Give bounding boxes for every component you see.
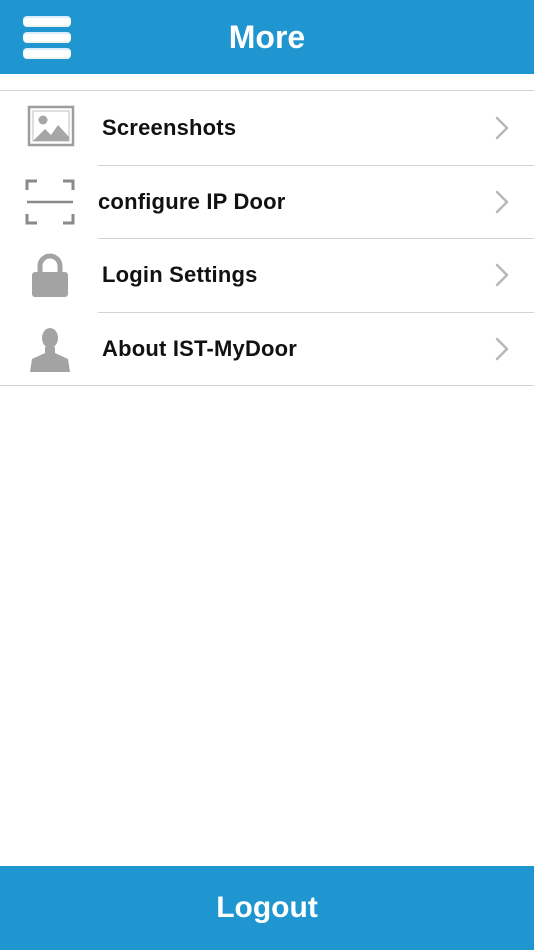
menu-item-login-settings[interactable]: Login Settings: [0, 238, 534, 312]
header-bar: More: [0, 0, 534, 74]
menu-item-configure-ip-door[interactable]: configure IP Door: [0, 164, 534, 239]
chevron-right-icon: [495, 116, 509, 140]
menu-item-about[interactable]: About IST-MyDoor: [0, 311, 534, 386]
image-icon: [27, 105, 75, 147]
logout-button[interactable]: Logout: [0, 866, 534, 950]
scan-frame-icon: [25, 179, 75, 224]
app-screen: More Screenshots configure IP Door Login…: [0, 0, 534, 950]
menu-item-label: About IST-MyDoor: [102, 335, 298, 361]
page-title: More: [228, 19, 306, 55]
chevron-right-icon: [495, 263, 509, 287]
menu-item-label: Screenshots: [102, 115, 237, 140]
more-menu-list: Screenshots configure IP Door Login Sett…: [0, 90, 534, 386]
menu-item-label: configure IP Door: [98, 188, 286, 214]
chevron-right-icon: [495, 190, 509, 213]
menu-item-screenshots[interactable]: Screenshots: [0, 91, 534, 165]
logout-label: Logout: [216, 891, 318, 924]
menu-item-label: Login Settings: [102, 262, 258, 287]
chevron-right-icon: [495, 337, 509, 360]
person-icon: [30, 327, 70, 372]
lock-icon: [32, 253, 68, 297]
